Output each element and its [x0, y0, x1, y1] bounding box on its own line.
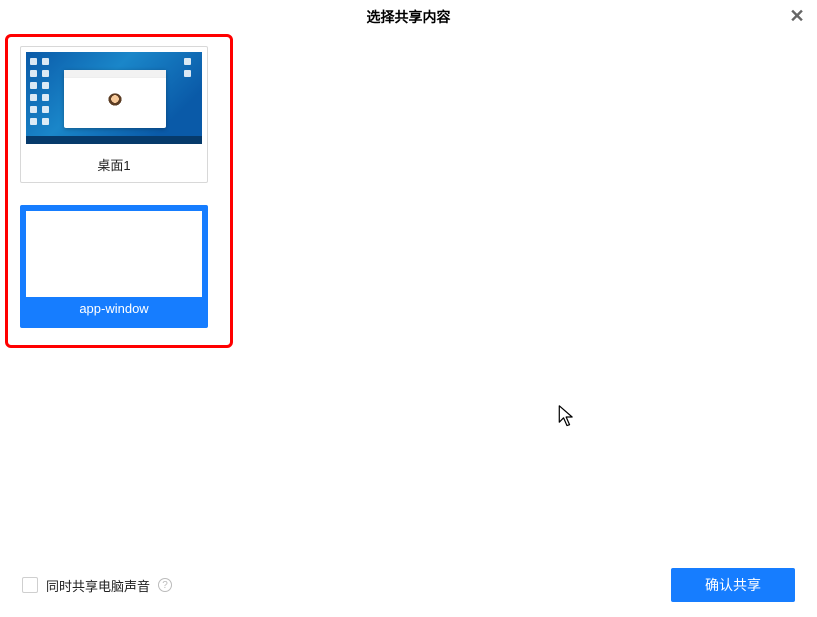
- window-thumbnail: [26, 211, 202, 297]
- help-icon[interactable]: ?: [158, 578, 172, 592]
- share-source-desktop-1[interactable]: 桌面1: [20, 46, 208, 183]
- share-source-list: 桌面1 app-window: [0, 34, 817, 553]
- desktop-window-preview: [64, 70, 166, 128]
- share-audio-label: 同时共享电脑声音: [46, 576, 150, 595]
- confirm-share-button[interactable]: 确认共享: [671, 568, 795, 602]
- close-button[interactable]: ✕: [787, 6, 807, 26]
- confirm-share-label: 确认共享: [705, 577, 761, 593]
- dialog-footer: 同时共享电脑声音 ? 确认共享: [0, 553, 817, 617]
- dialog-title: 选择共享内容: [367, 9, 451, 25]
- share-source-label: 桌面1: [21, 149, 207, 182]
- dialog-header: 选择共享内容 ✕: [0, 0, 817, 34]
- share-source-label: app-window: [26, 297, 202, 322]
- checkbox-icon: [22, 577, 38, 593]
- desktop-thumbnail: [26, 52, 202, 144]
- close-icon: ✕: [789, 6, 804, 26]
- share-source-app-window[interactable]: app-window: [20, 205, 208, 328]
- share-audio-checkbox[interactable]: 同时共享电脑声音 ?: [22, 576, 172, 595]
